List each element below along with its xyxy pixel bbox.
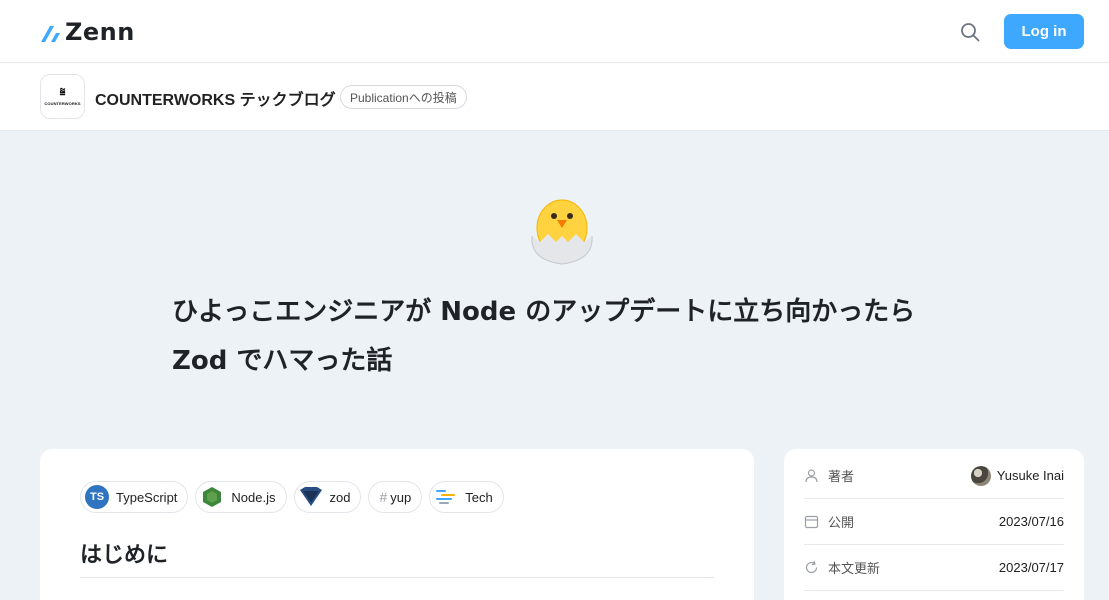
- article-title-line-1: ひよっこエンジニアが Node のアップデートに立ち向かったら: [172, 297, 916, 327]
- author-row: 著者 Yusuke Inai: [804, 453, 1064, 499]
- search-icon: [961, 23, 980, 42]
- topic-label: zod: [329, 489, 351, 505]
- publication-name[interactable]: COUNTERWORKS テックブログ: [95, 86, 336, 110]
- topic-zod[interactable]: zod: [293, 481, 362, 513]
- updated-label: 本文更新: [804, 558, 880, 577]
- hash-icon: #: [379, 489, 388, 505]
- zenn-logo-icon: [41, 26, 60, 42]
- publication-bar: ⩰ COUNTERWORKS COUNTERWORKS テックブログ Publi…: [0, 63, 1109, 131]
- hatching-chick-icon: [531, 199, 593, 265]
- typescript-icon-wrap: TS: [85, 485, 109, 509]
- user-icon: [805, 469, 818, 483]
- tech-icon: [434, 485, 458, 509]
- zenn-logo-text: Zenn: [65, 18, 135, 46]
- topic-tech[interactable]: Tech: [429, 481, 504, 513]
- typescript-icon: TS: [85, 485, 109, 509]
- topic-label: Tech: [465, 489, 493, 505]
- published-row: 公開 2023/07/16: [804, 499, 1064, 545]
- publication-logo-mark: ⩰: [59, 86, 66, 98]
- publication-logo[interactable]: ⩰ COUNTERWORKS: [40, 74, 85, 119]
- topic-label: Node.js: [231, 489, 276, 505]
- site-header: Zenn Log in: [0, 0, 1109, 63]
- publication-post-badge: Publicationへの投稿: [340, 85, 467, 109]
- zod-icon: [299, 485, 323, 509]
- topic-list: TS TypeScript Node.js zod # yup Tech: [80, 481, 504, 513]
- article-title-line-2: Zod でハマった話: [172, 346, 393, 376]
- publication-logo-word: COUNTERWORKS: [44, 100, 81, 106]
- login-button[interactable]: Log in: [1004, 14, 1084, 49]
- published-label-text: 公開: [828, 516, 855, 531]
- article-body-card: TS TypeScript Node.js zod # yup Tech はじめ…: [40, 449, 754, 600]
- topic-typescript[interactable]: TS TypeScript: [80, 481, 189, 513]
- zenn-logo[interactable]: Zenn: [40, 18, 135, 46]
- section-divider: [80, 577, 714, 578]
- calendar-icon: [804, 515, 819, 529]
- nodejs-icon: [200, 485, 224, 509]
- author-label-text: 著者: [828, 470, 855, 485]
- section-heading: はじめに: [80, 543, 169, 568]
- updated-date: 2023/07/17: [998, 560, 1064, 575]
- updated-row: 本文更新 2023/07/17: [804, 545, 1064, 591]
- author-link[interactable]: Yusuke Inai: [970, 465, 1064, 486]
- updated-label-text: 本文更新: [828, 562, 881, 577]
- topic-yup[interactable]: # yup: [368, 481, 423, 513]
- topic-label: yup: [390, 489, 412, 505]
- author-label: 著者: [804, 466, 854, 485]
- published-label: 公開: [804, 512, 854, 531]
- topic-nodejs[interactable]: Node.js: [195, 481, 287, 513]
- published-date: 2023/07/16: [998, 514, 1064, 529]
- article-title: ひよっこエンジニアが Node のアップデートに立ち向かったら Zod でハマっ…: [172, 288, 972, 386]
- author-name: Yusuke Inai: [996, 468, 1064, 483]
- article-emoji: [526, 190, 598, 270]
- topic-label: TypeScript: [116, 489, 178, 505]
- refresh-icon: [805, 560, 818, 574]
- search-button[interactable]: [956, 18, 984, 46]
- article-info-card: 著者 Yusuke Inai 公開 2023/07/16 本文更新 2023/0…: [784, 449, 1084, 600]
- avatar: [970, 465, 991, 486]
